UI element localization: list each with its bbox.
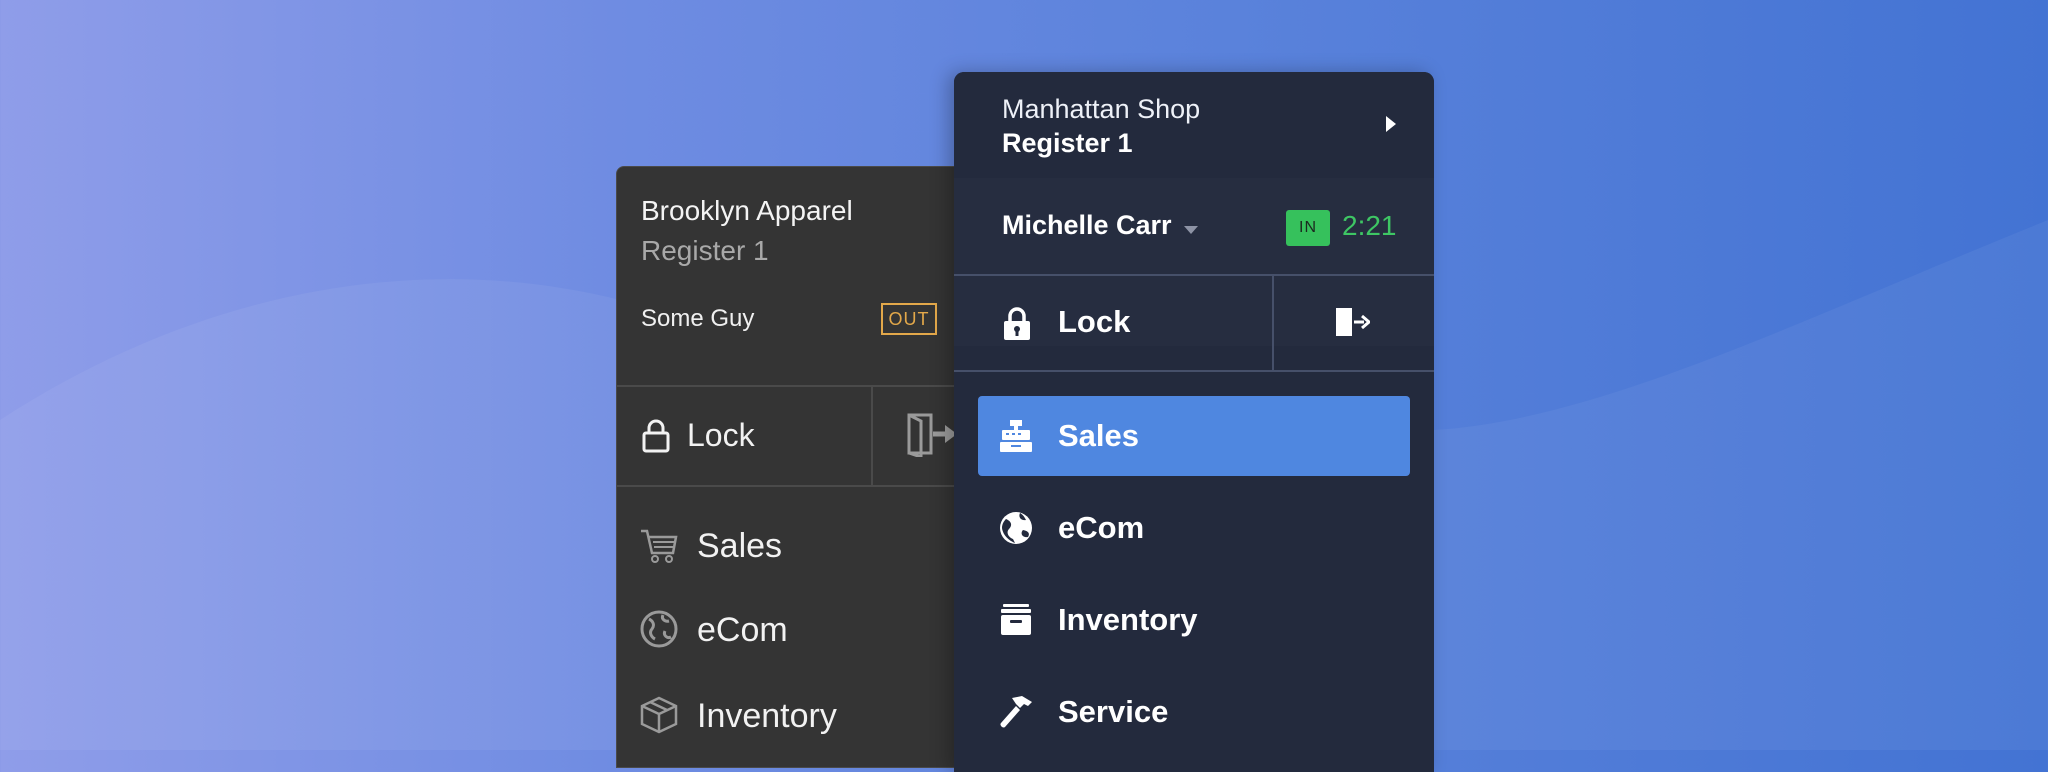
lock-button[interactable]: Lock — [617, 387, 872, 485]
cart-icon — [639, 525, 679, 570]
nav-item-ecom[interactable]: eCom — [617, 591, 957, 671]
box-icon — [639, 695, 679, 740]
lock-label: Lock — [687, 417, 755, 453]
nav-label: Sales — [697, 527, 783, 565]
lock-label: Lock — [1058, 304, 1131, 339]
nav-label: eCom — [1058, 510, 1145, 545]
logout-button[interactable] — [1274, 276, 1434, 370]
register-name: Register 1 — [641, 235, 769, 266]
nav-item-ecom[interactable]: eCom — [978, 488, 1410, 568]
lock-button[interactable]: Lock — [954, 276, 1272, 370]
archive-icon — [998, 602, 1034, 643]
nav-item-inventory[interactable]: Inventory — [617, 677, 957, 757]
nav-item-sales[interactable]: Sales — [978, 396, 1410, 476]
nav-item-service[interactable]: Service — [978, 672, 1410, 752]
divider — [871, 387, 873, 485]
user-menu[interactable]: Michelle Carr — [1002, 210, 1172, 241]
status-badge-out[interactable]: OUT — [881, 303, 937, 335]
nav-item-inventory[interactable]: Inventory — [978, 580, 1410, 660]
cash-register-icon — [998, 418, 1034, 459]
register-name: Register 1 — [1002, 128, 1133, 158]
status-badge-in[interactable]: IN — [1286, 210, 1330, 246]
front-register-panel: Manhattan Shop Register 1 Michelle Carr … — [954, 72, 1434, 772]
user-name[interactable]: Some Guy — [641, 305, 754, 333]
divider — [954, 370, 1434, 372]
register-switcher[interactable]: Manhattan Shop Register 1 — [954, 72, 1434, 178]
lock-icon — [1002, 306, 1032, 347]
clock-time: 2:21 — [1342, 210, 1397, 241]
nav-item-sales[interactable]: Sales — [617, 507, 957, 587]
nav-label: Inventory — [697, 697, 837, 735]
hammer-icon — [998, 694, 1034, 735]
logout-door-icon[interactable] — [903, 411, 957, 462]
back-register-panel: Brooklyn Apparel Register 1 Some Guy OUT… — [616, 166, 958, 768]
nav-label: Service — [1058, 694, 1169, 729]
store-name: Manhattan Shop — [1002, 94, 1201, 124]
divider — [617, 485, 957, 487]
nav-label: Sales — [1058, 418, 1140, 453]
chevron-right-icon — [1386, 116, 1396, 132]
globe-icon — [998, 510, 1034, 551]
lock-icon — [641, 419, 671, 458]
store-name: Brooklyn Apparel — [641, 195, 853, 226]
globe-icon — [639, 609, 679, 654]
logout-door-icon — [1334, 306, 1372, 343]
chevron-down-icon[interactable] — [1184, 226, 1198, 234]
nav-label: eCom — [697, 611, 788, 649]
nav-label: Inventory — [1058, 602, 1198, 637]
